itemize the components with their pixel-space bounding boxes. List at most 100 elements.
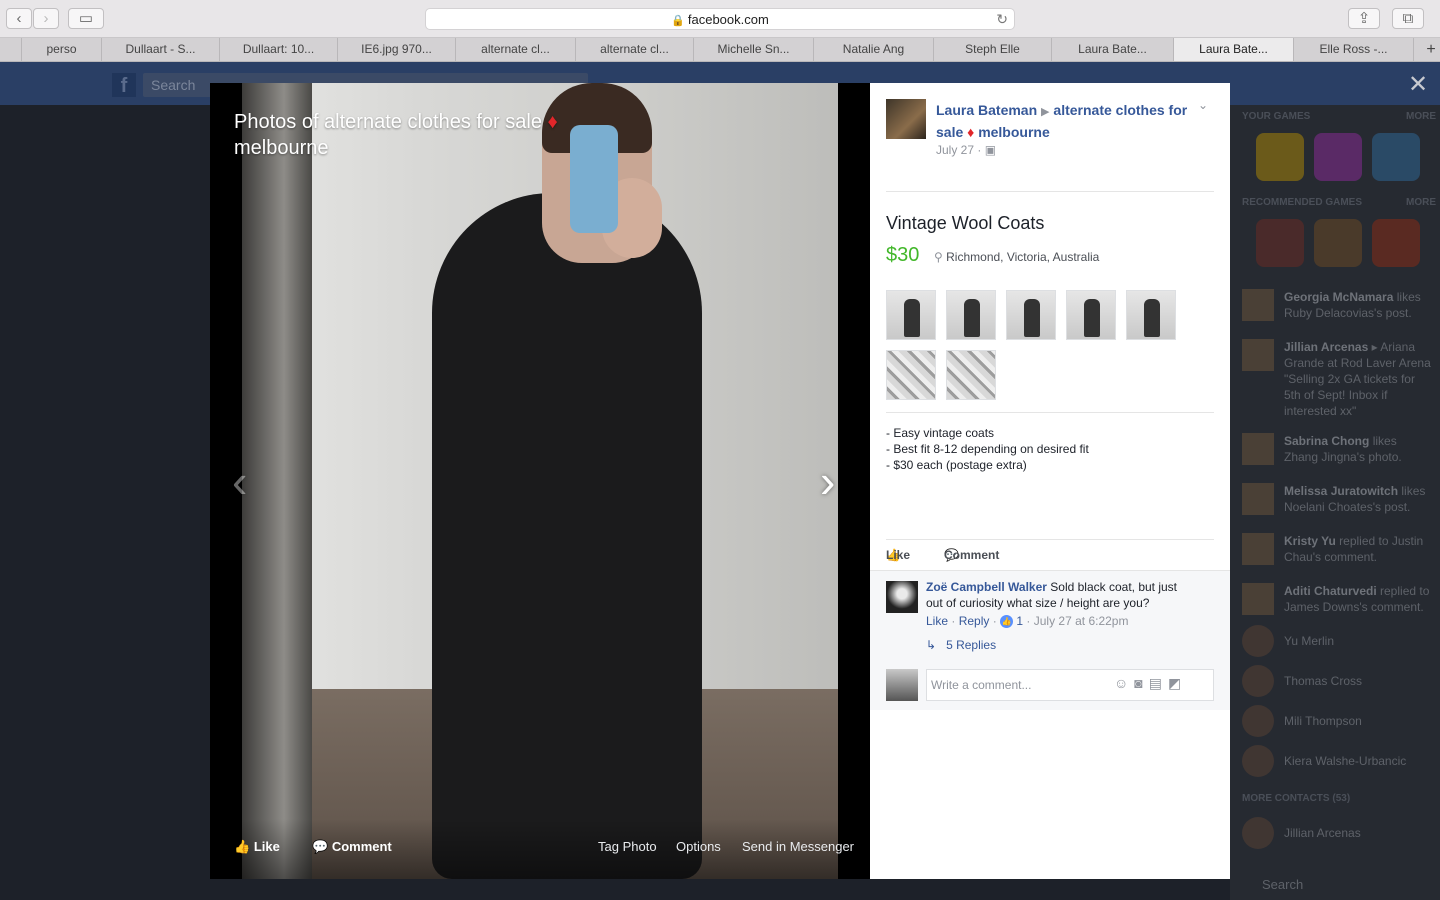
comment-input-icons: ☺◙▤◩ xyxy=(1114,675,1224,692)
activity-item[interactable]: Melissa Juratowitch likes Noelani Choate… xyxy=(1242,483,1432,523)
url-text: facebook.com xyxy=(687,12,769,27)
author-link[interactable]: Laura Bateman xyxy=(936,102,1037,118)
next-photo-arrow-icon[interactable]: › xyxy=(820,458,835,504)
tab[interactable]: Elle Ross -... xyxy=(1294,38,1414,61)
tab-pinned[interactable] xyxy=(0,38,22,61)
avatar xyxy=(1242,705,1274,737)
sticker-icon[interactable]: ◩ xyxy=(1168,675,1187,691)
comment-time[interactable]: July 27 at 6:22pm xyxy=(1034,614,1129,628)
share-icon[interactable]: ⇪ xyxy=(1348,8,1380,29)
options-button[interactable]: Options xyxy=(676,839,721,854)
photo-thumbnail[interactable] xyxy=(886,350,936,400)
camera-icon[interactable]: ◙ xyxy=(1134,675,1148,691)
avatar xyxy=(1242,483,1274,515)
avatar xyxy=(1242,625,1274,657)
avatar xyxy=(1242,433,1274,465)
tab-active[interactable]: Laura Bate... xyxy=(1174,38,1294,61)
activity-item[interactable]: Kristy Yu replied to Justin Chau's comme… xyxy=(1242,533,1432,573)
tab[interactable]: Steph Elle xyxy=(934,38,1052,61)
new-tab-button[interactable]: + xyxy=(1422,38,1440,61)
photo-thumbnail[interactable] xyxy=(1006,290,1056,340)
back-icon[interactable]: ‹ xyxy=(6,8,32,29)
tab[interactable]: alternate cl... xyxy=(456,38,576,61)
like-button[interactable]: 👍 Like xyxy=(234,839,280,855)
comment-button[interactable]: 💬 Comment xyxy=(312,839,392,855)
photo[interactable] xyxy=(242,83,838,879)
photo-thumbnail[interactable] xyxy=(946,290,996,340)
contact-item[interactable]: Yu Merlin xyxy=(1242,625,1432,661)
close-icon[interactable]: ✕ xyxy=(1408,70,1428,99)
author-avatar[interactable] xyxy=(886,99,926,139)
item-title: Vintage Wool Coats xyxy=(886,213,1045,233)
tab-strip: perso Dullaart - S... Dullaart: 10... IE… xyxy=(0,38,1440,62)
send-in-messenger-button[interactable]: Send in Messenger xyxy=(742,839,854,854)
contact-item[interactable]: Thomas Cross xyxy=(1242,665,1432,701)
photo-thumbnail[interactable] xyxy=(1066,290,1116,340)
activity-item[interactable]: Georgia McNamara likes Ruby Delacovias's… xyxy=(1242,289,1432,329)
like-count[interactable]: 1 xyxy=(1016,614,1023,628)
chat-search-input[interactable]: Search xyxy=(1262,877,1303,892)
tab[interactable]: Dullaart - S... xyxy=(102,38,220,61)
reply-arrow-icon: ↳ xyxy=(926,638,937,652)
contact-item[interactable]: Mili Thompson xyxy=(1242,705,1432,741)
address-bar[interactable]: 🔒 facebook.com ↻ xyxy=(425,8,1015,30)
game-tile[interactable] xyxy=(1314,219,1362,267)
game-tile[interactable] xyxy=(1372,133,1420,181)
post-date[interactable]: July 27 · ▣ xyxy=(936,143,996,157)
album-title[interactable]: Photos of alternate clothes for sale ♦ m… xyxy=(234,109,614,161)
contact-item[interactable]: Jillian Arcenas xyxy=(1242,817,1432,853)
commenter-avatar[interactable] xyxy=(886,581,918,613)
comment-reply-link[interactable]: Reply xyxy=(959,614,990,628)
forward-icon[interactable]: › xyxy=(33,8,59,29)
post-actions: 👍 Like 💬 Comment xyxy=(886,548,1000,562)
browser-toolbar: ‹ › ▭ 🔒 facebook.com ↻ ⇪ ⧉ xyxy=(0,0,1440,38)
avatar xyxy=(1242,289,1274,321)
comment-icon: 💬 xyxy=(312,839,329,854)
tab[interactable]: Dullaart: 10... xyxy=(220,38,338,61)
photo-stage: Photos of alternate clothes for sale ♦ m… xyxy=(210,83,870,879)
activity-item[interactable]: Sabrina Chong likes Zhang Jingna's photo… xyxy=(1242,433,1432,473)
emoji-icon[interactable]: ☺ xyxy=(1114,675,1134,691)
comments-section: Zoë Campbell Walker Sold black coat, but… xyxy=(870,570,1230,710)
photo-thumbnail[interactable] xyxy=(886,290,936,340)
tag-photo-button[interactable]: Tag Photo xyxy=(598,839,657,854)
avatar xyxy=(1242,817,1274,849)
game-tile[interactable] xyxy=(1256,133,1304,181)
tab[interactable]: Michelle Sn... xyxy=(694,38,814,61)
comment-meta: Like · Reply · 👍 1 · July 27 at 6:22pm xyxy=(926,614,1129,629)
tab[interactable]: IE6.jpg 970... xyxy=(338,38,456,61)
game-tile[interactable] xyxy=(1314,133,1362,181)
previous-photo-arrow-icon[interactable]: ‹ xyxy=(232,458,247,504)
facebook-logo[interactable]: f xyxy=(112,73,136,97)
contact-item[interactable]: Kiera Walshe-Urbancic xyxy=(1242,745,1432,781)
activity-item[interactable]: Jillian Arcenas ▸ Ariana Grande at Rod L… xyxy=(1242,339,1432,419)
view-replies-link[interactable]: ↳ 5 Replies xyxy=(926,638,996,652)
avatar xyxy=(1242,665,1274,697)
game-tile[interactable] xyxy=(1256,219,1304,267)
my-avatar xyxy=(886,669,918,701)
avatar xyxy=(1242,745,1274,777)
post-panel: Laura Bateman ▶ alternate clothes for sa… xyxy=(870,83,1230,879)
chevron-down-icon[interactable]: ⌄ xyxy=(1198,98,1208,112)
commenter-name[interactable]: Zoë Campbell Walker xyxy=(926,580,1047,594)
tab[interactable]: Natalie Ang xyxy=(814,38,934,61)
comment-like-link[interactable]: Like xyxy=(926,614,948,628)
photo-thumbnail[interactable] xyxy=(1126,290,1176,340)
reload-icon[interactable]: ↻ xyxy=(996,9,1008,30)
item-description: - Easy vintage coats - Best fit 8-12 dep… xyxy=(886,426,1089,472)
tabs-overview-icon[interactable]: ⧉ xyxy=(1392,8,1424,29)
more-link[interactable]: MORE xyxy=(1406,197,1436,208)
lock-icon: 🔒 xyxy=(671,15,685,27)
gif-icon[interactable]: ▤ xyxy=(1149,675,1168,691)
right-sidebar: YOUR GAMES MORE RECOMMENDED GAMES MORE G… xyxy=(1230,105,1440,900)
item-location[interactable]: ⚲ Richmond, Victoria, Australia xyxy=(934,250,1099,264)
more-link[interactable]: MORE xyxy=(1406,111,1436,122)
more-contacts-heading: MORE CONTACTS (53) xyxy=(1242,793,1351,804)
sidebar-toggle-icon[interactable]: ▭ xyxy=(68,8,104,29)
tab[interactable]: alternate cl... xyxy=(576,38,694,61)
activity-item[interactable]: Aditi Chaturvedi replied to James Downs'… xyxy=(1242,583,1432,623)
game-tile[interactable] xyxy=(1372,219,1420,267)
tab[interactable]: perso xyxy=(22,38,102,61)
photo-thumbnail[interactable] xyxy=(946,350,996,400)
tab[interactable]: Laura Bate... xyxy=(1052,38,1174,61)
